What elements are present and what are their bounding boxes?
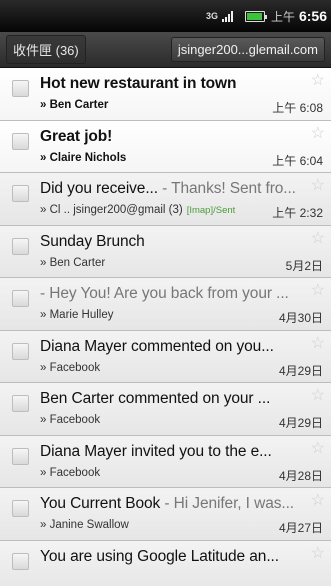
account-selector[interactable]: jsinger200...glemail.com — [170, 37, 325, 62]
email-row[interactable]: Diana Mayer invited you to the e... ☆ » Fa… — [0, 435, 331, 488]
email-sender: » Ben Carter — [40, 99, 109, 111]
signal-icon — [221, 10, 233, 22]
email-subject: Sunday Brunch — [40, 233, 311, 251]
email-subject-text: Hot new restaurant in town — [40, 75, 237, 92]
email-folder-tag: [Imap]/Sent — [186, 205, 236, 216]
email-subject: You are using Google Latitude an... — [40, 548, 311, 566]
email-date: 上午 2:32 — [272, 206, 323, 220]
email-sender-line: » Cl .. jsinger200@gmail (3) [Imap]/Sent — [40, 204, 235, 216]
email-snippet: - Hi Jenifer, I was... — [160, 495, 294, 512]
star-icon[interactable]: ☆ — [311, 490, 325, 510]
email-sender: » Janine Swallow — [40, 519, 129, 531]
email-snippet: - Thanks! Sent fro... — [157, 180, 296, 197]
email-checkbox[interactable] — [12, 552, 29, 570]
email-row[interactable]: Hot new restaurant in town ☆ » Ben Carter 上… — [0, 68, 331, 121]
email-subject: Hot new restaurant in town — [40, 75, 311, 93]
email-checkbox[interactable] — [12, 290, 29, 307]
email-sender: » Ben Carter — [40, 256, 106, 269]
email-sender: » Facebook — [40, 361, 101, 374]
email-date: 4月29日 — [278, 416, 323, 430]
email-subject-text: You are using Google Latitude an... — [40, 547, 279, 565]
email-date: 4月29日 — [278, 363, 323, 378]
email-sender-line: » Facebook — [40, 414, 104, 426]
email-row[interactable]: Diana Mayer commented on you... ☆ » Facebo… — [0, 330, 331, 383]
star-icon[interactable]: ☆ — [311, 70, 325, 90]
email-checkbox[interactable] — [12, 500, 29, 517]
email-subject: Great job! — [40, 128, 311, 146]
email-sender: » Facebook — [40, 466, 101, 479]
email-checkbox[interactable] — [12, 342, 29, 360]
star-icon[interactable]: ☆ — [311, 228, 325, 248]
email-date: 上午 6:04 — [272, 153, 323, 168]
email-row[interactable]: You are using Google Latitude an... ☆ — [0, 540, 331, 586]
email-subject-text: Did you receive... — [40, 180, 158, 197]
email-sender-line: » Marie Hulley — [40, 309, 118, 321]
email-sender-line — [40, 572, 44, 584]
email-checkbox[interactable] — [12, 132, 29, 150]
email-date: 4月27日 — [278, 521, 323, 535]
star-icon[interactable]: ☆ — [311, 175, 325, 195]
star-icon[interactable]: ☆ — [311, 543, 325, 563]
email-subject-text: Sunday Brunch — [40, 232, 145, 250]
status-clock: 6:56 — [298, 8, 327, 24]
email-sender-line: » Claire Nichols — [40, 152, 130, 164]
email-date: 上午 6:08 — [272, 101, 323, 115]
folder-selector[interactable]: 收件匣 (36) — [6, 35, 86, 64]
email-snippet: - Hey You! Are you back from your ... — [40, 285, 289, 302]
email-sender: » Marie Hulley — [40, 309, 114, 321]
network-type-icon: 3G — [205, 10, 218, 21]
email-list[interactable]: Hot new restaurant in town ☆ » Ben Carter 上… — [0, 68, 331, 586]
status-am-pm: 上午 — [270, 9, 295, 24]
email-subject-text: You Current Book — [40, 495, 161, 512]
star-icon[interactable]: ☆ — [311, 333, 325, 353]
star-icon[interactable]: ☆ — [311, 438, 325, 458]
email-subject-text: Great job! — [40, 127, 113, 145]
email-checkbox[interactable] — [12, 237, 29, 255]
mail-header: 收件匣 (36) jsinger200...glemail.com — [0, 32, 331, 68]
email-subject: Diana Mayer invited you to the e... — [40, 443, 311, 461]
email-sender-line: » Ben Carter — [40, 257, 109, 269]
status-bar: 3G 上午 6:56 — [0, 0, 331, 32]
email-subject: Did you receive... - Thanks! Sent fro... — [40, 180, 311, 198]
email-row[interactable]: Did you receive... - Thanks! Sent fro...… — [0, 173, 331, 226]
star-icon[interactable]: ☆ — [311, 123, 325, 143]
email-row[interactable]: Ben Carter commented on your ... ☆ » Faceb… — [0, 383, 331, 436]
email-row[interactable]: You Current Book - Hi Jenifer, I was... ☆… — [0, 488, 331, 541]
email-sender: » Claire Nichols — [40, 151, 127, 164]
email-row[interactable]: Great job! ☆ » Claire Nichols 上午 6:04 — [0, 120, 331, 173]
email-sender: » Facebook — [40, 414, 101, 426]
battery-icon — [244, 10, 267, 22]
email-date: 4月30日 — [278, 311, 323, 325]
email-date: 5月2日 — [285, 258, 323, 273]
email-checkbox[interactable] — [12, 80, 29, 97]
email-row[interactable]: Sunday Brunch ☆ » Ben Carter 5月2日 — [0, 225, 331, 278]
email-subject-text: Diana Mayer invited you to the e... — [40, 442, 272, 460]
email-subject: You Current Book - Hi Jenifer, I was... — [40, 495, 311, 513]
email-date: 4月28日 — [278, 468, 323, 483]
email-subject-text: Ben Carter commented on your ... — [40, 390, 271, 407]
email-sender-line: » Janine Swallow — [40, 519, 133, 531]
email-subject: Diana Mayer commented on you... — [40, 338, 311, 356]
email-sender-line: » Facebook — [40, 467, 104, 479]
email-subject: - Hey You! Are you back from your ... — [40, 285, 311, 303]
email-subject-text: Diana Mayer commented on you... — [40, 337, 274, 355]
email-sender: » Cl .. jsinger200@gmail (3) — [40, 204, 183, 216]
star-icon[interactable]: ☆ — [311, 385, 325, 405]
email-sender-line: » Ben Carter — [40, 99, 112, 111]
star-icon[interactable]: ☆ — [311, 280, 325, 300]
email-subject: Ben Carter commented on your ... — [40, 390, 311, 408]
email-sender-line: » Facebook — [40, 362, 104, 374]
email-checkbox[interactable] — [12, 447, 29, 465]
email-row[interactable]: - Hey You! Are you back from your ... ☆ » … — [0, 278, 331, 331]
email-checkbox[interactable] — [12, 185, 29, 202]
email-checkbox[interactable] — [12, 395, 29, 412]
